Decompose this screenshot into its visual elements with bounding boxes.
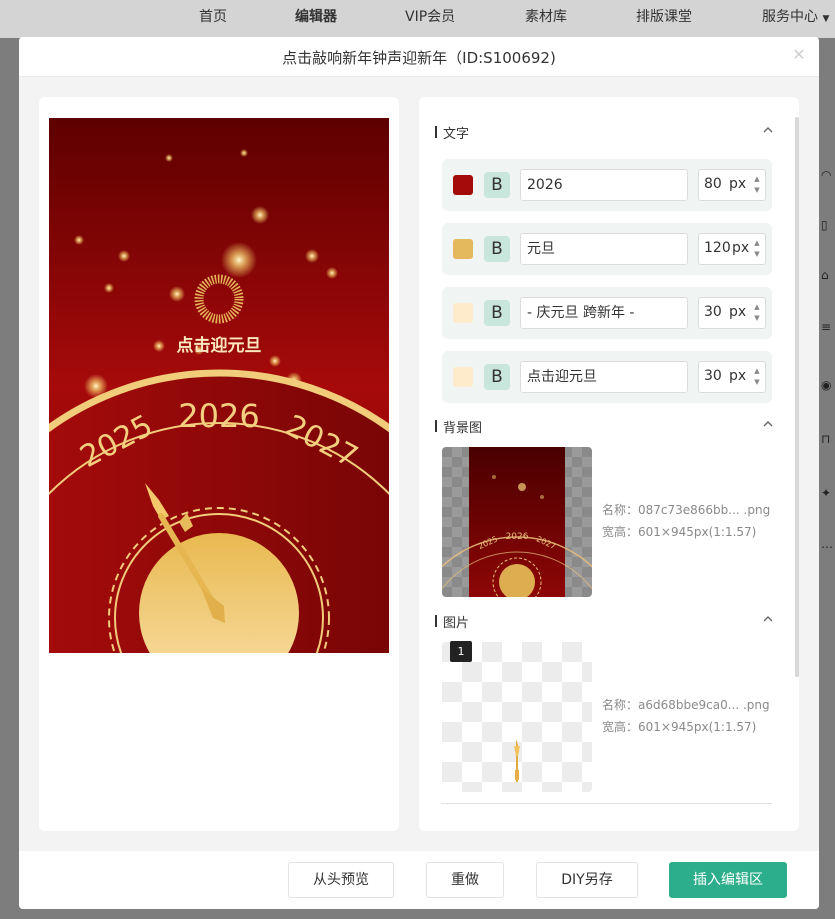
tool-icon: ◠ (821, 168, 832, 182)
thumb-year-center: 2026 (506, 532, 529, 542)
tool-icon: ⊓ (821, 432, 831, 446)
chevron-down-icon: ▼ (822, 14, 830, 24)
tool-icon: ▯ (821, 218, 828, 232)
nav-vip[interactable]: VIP会员 (405, 6, 455, 26)
diy-save-as-button[interactable]: DIY另存 (536, 862, 638, 898)
color-swatch[interactable] (453, 239, 473, 259)
tool-icon: ⌂ (821, 268, 829, 282)
text-value-input[interactable]: 2026 (520, 169, 688, 201)
background-toolbar: ◠ ▯ ⌂ ≡ ◉ ⊓ ✦ ⋯ (819, 120, 835, 580)
poster-heading: 点击迎元旦 (177, 335, 262, 356)
font-size-value: 80 (704, 176, 722, 192)
size-stepper[interactable]: ▲ ▼ (752, 238, 762, 260)
settings-scrollbar[interactable] (795, 117, 799, 677)
font-size-value: 30 (704, 368, 722, 384)
color-swatch[interactable] (453, 175, 473, 195)
bold-toggle[interactable]: B (484, 300, 510, 326)
font-size-value: 120 (704, 240, 731, 256)
nav-layout-class[interactable]: 排版课堂 (636, 6, 692, 26)
text-value-input[interactable]: - 庆元旦 跨新年 - (520, 297, 688, 329)
modal-footer: 从头预览 重做 DIY另存 插入编辑区 (19, 851, 819, 909)
font-size-unit: px (729, 304, 747, 320)
top-navigation: 首页 编辑器 VIP会员 素材库 排版课堂 服务中心 ▼ (0, 0, 835, 38)
bold-toggle[interactable]: B (484, 172, 510, 198)
section-text-header[interactable]: 文字 (435, 123, 775, 143)
bold-toggle[interactable]: B (484, 364, 510, 390)
section-background-header[interactable]: 背景图 (435, 417, 775, 437)
settings-panel: 文字 B 2026 80 px ▲ ▼ B 元旦 120 px ▲ ▼ B - … (419, 97, 799, 831)
poster-artwork: 点击迎元旦 2026 2025 2027 (49, 118, 389, 653)
image-thumbnail-image (442, 642, 592, 792)
tool-icon: ≡ (821, 320, 832, 334)
section-marker (435, 615, 437, 627)
section-marker (435, 420, 437, 432)
color-swatch[interactable] (453, 367, 473, 387)
close-icon[interactable]: ✕ (791, 47, 807, 63)
nav-service-center[interactable]: 服务中心 ▼ (762, 6, 829, 26)
bold-toggle[interactable]: B (484, 236, 510, 262)
poster-preview[interactable]: 点击迎元旦 2026 2025 2027 (49, 118, 389, 653)
nav-service-label: 服务中心 (762, 9, 818, 25)
font-size-unit: px (729, 368, 747, 384)
template-modal: 点击敲响新年钟声迎新年（ID:S100692) ✕ 点击迎元旦 2026 202… (19, 37, 819, 909)
image-index-badge: 1 (450, 641, 472, 662)
background-thumbnail[interactable]: 2026 2025 2027 (442, 447, 592, 597)
text-row: B 2026 80 px ▲ ▼ (442, 159, 772, 211)
replay-preview-button[interactable]: 从头预览 (288, 862, 394, 898)
font-size-input[interactable]: 30 px ▲ ▼ (698, 297, 766, 329)
section-image-label: 图片 (443, 616, 470, 631)
redo-button[interactable]: 重做 (426, 862, 504, 898)
image-name: 名称：a6d68bbe9ca0... .png (602, 698, 770, 712)
section-text-label: 文字 (443, 127, 470, 142)
size-stepper[interactable]: ▲ ▼ (752, 366, 762, 388)
background-dimensions: 宽高：601×945px(1:1.57) (602, 525, 757, 539)
chevron-up-icon[interactable] (761, 612, 775, 626)
insert-to-editor-button[interactable]: 插入编辑区 (669, 862, 787, 898)
nav-home[interactable]: 首页 (199, 6, 227, 26)
poster-year-center: 2026 (178, 397, 259, 435)
text-row: B 元旦 120 px ▲ ▼ (442, 223, 772, 275)
section-image-header[interactable]: 图片 (435, 612, 775, 632)
nav-materials[interactable]: 素材库 (525, 6, 567, 26)
font-size-value: 30 (704, 304, 722, 320)
chevron-up-icon[interactable] (761, 123, 775, 137)
modal-title: 点击敲响新年钟声迎新年（ID:S100692) (282, 49, 556, 67)
font-size-input[interactable]: 30 px ▲ ▼ (698, 361, 766, 393)
font-size-input[interactable]: 80 px ▲ ▼ (698, 169, 766, 201)
font-size-input[interactable]: 120 px ▲ ▼ (698, 233, 766, 265)
modal-header: 点击敲响新年钟声迎新年（ID:S100692) ✕ (19, 37, 819, 77)
color-swatch[interactable] (453, 303, 473, 323)
tool-icon: ✦ (821, 486, 832, 500)
section-background-label: 背景图 (443, 421, 483, 436)
preview-panel: 点击迎元旦 2026 2025 2027 (39, 97, 399, 831)
section-divider (441, 803, 772, 804)
chevron-up-icon[interactable] (761, 417, 775, 431)
font-size-unit: px (732, 240, 750, 256)
more-icon: ⋯ (821, 540, 833, 554)
nav-editor[interactable]: 编辑器 (295, 6, 337, 26)
tool-icon: ◉ (821, 378, 832, 392)
image-dimensions: 宽高：601×945px(1:1.57) (602, 720, 757, 734)
text-row: B - 庆元旦 跨新年 - 30 px ▲ ▼ (442, 287, 772, 339)
background-name: 名称：087c73e866bb... .png (602, 503, 771, 517)
size-stepper[interactable]: ▲ ▼ (752, 174, 762, 196)
font-size-unit: px (729, 176, 747, 192)
image-thumbnail[interactable] (442, 642, 592, 792)
text-value-input[interactable]: 点击迎元旦 (520, 361, 688, 393)
background-thumbnail-image: 2026 2025 2027 (442, 447, 592, 597)
section-marker (435, 126, 437, 138)
text-row: B 点击迎元旦 30 px ▲ ▼ (442, 351, 772, 403)
text-value-input[interactable]: 元旦 (520, 233, 688, 265)
size-stepper[interactable]: ▲ ▼ (752, 302, 762, 324)
